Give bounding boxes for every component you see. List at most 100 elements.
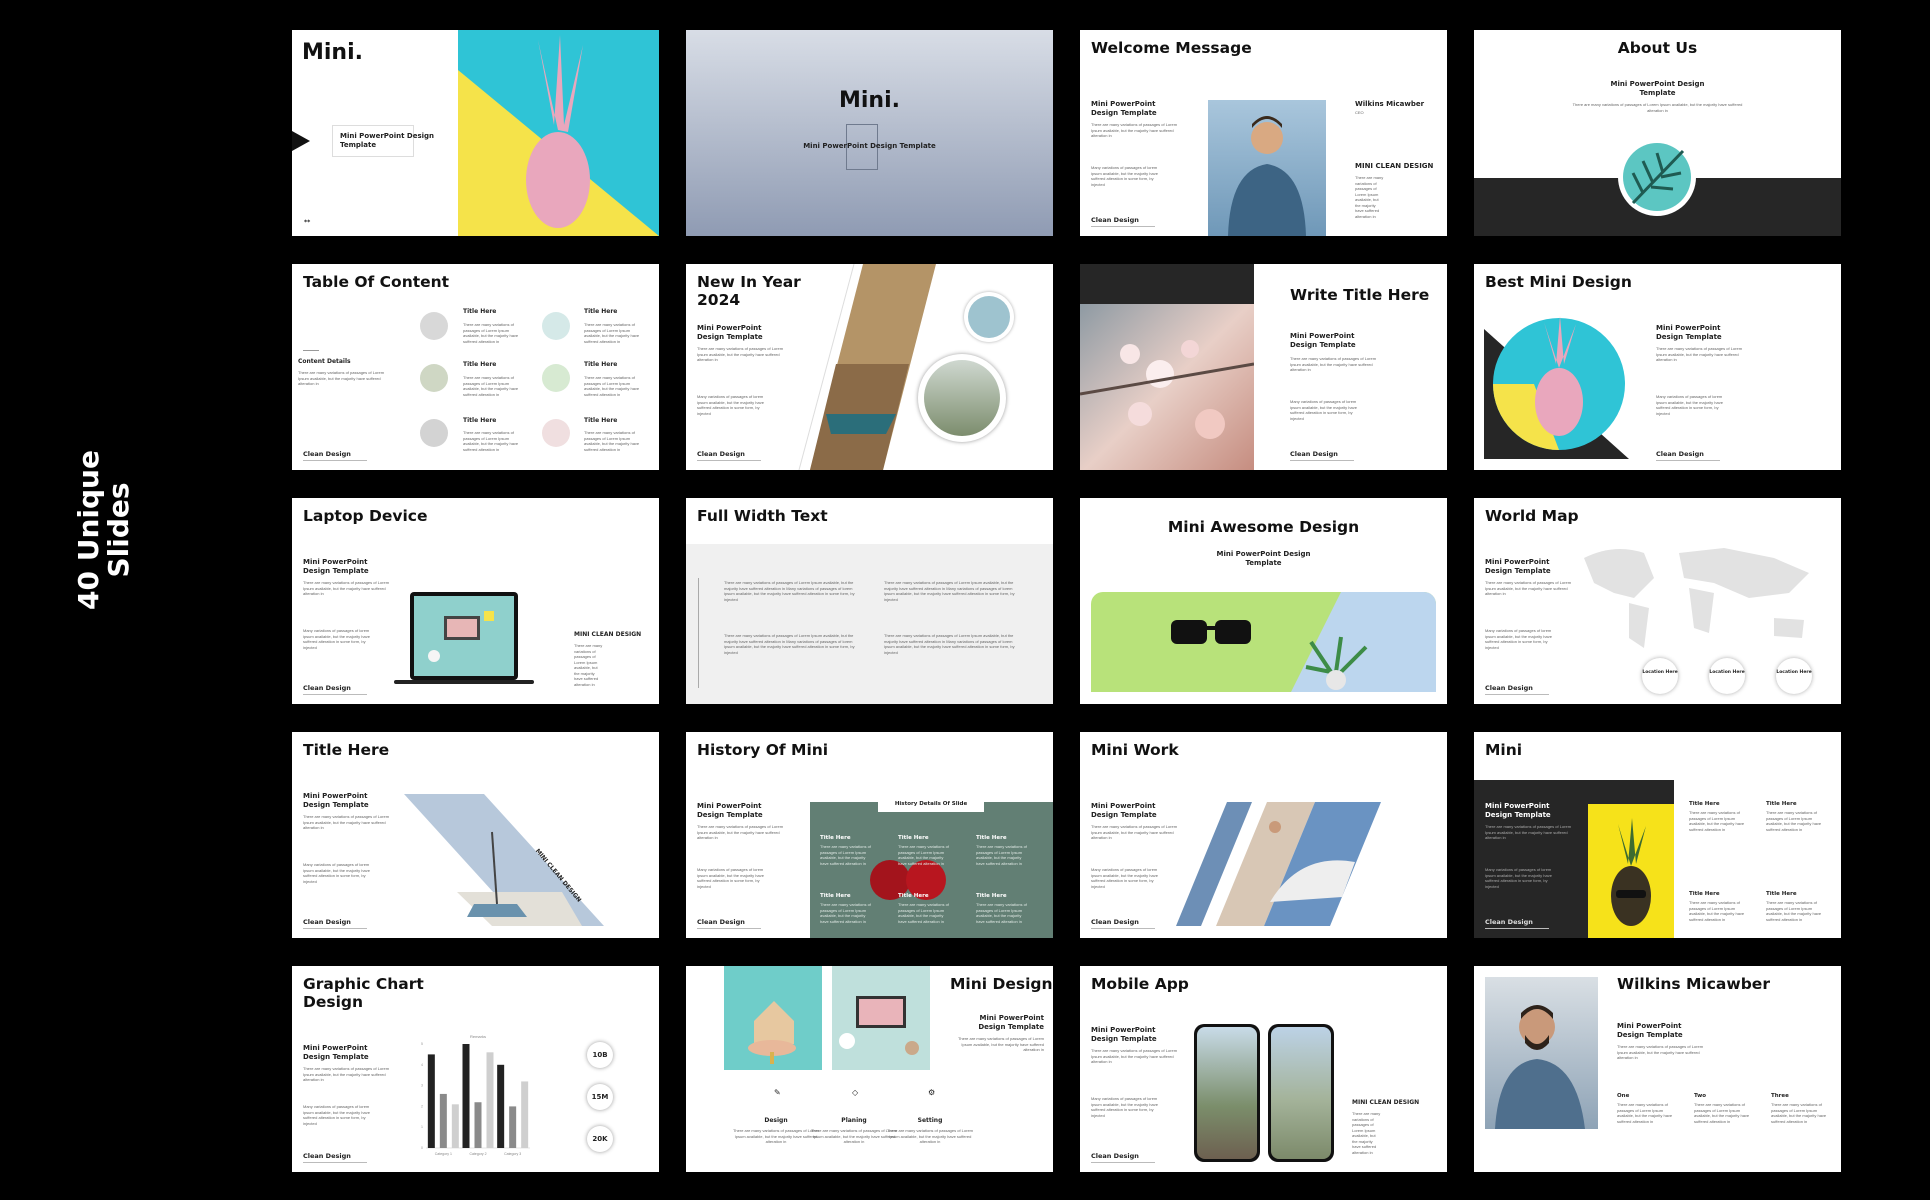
mini-para: There are many variations of passages of… — [1485, 824, 1572, 840]
slide-mini-work[interactable]: Mini Work Mini PowerPoint Design Templat… — [1080, 732, 1447, 938]
slide-graphic-chart[interactable]: Graphic Chart Design Mini PowerPoint Desi… — [292, 966, 659, 1172]
history-item-6-text: There are many variations of passages of… — [976, 902, 1027, 924]
history-bullets: Many variations of passages of lorem ips… — [697, 867, 764, 889]
design-feature-3-text: There are many variations of passages of… — [886, 1128, 974, 1144]
welcome-portrait — [1208, 100, 1326, 236]
map-location-marker-1[interactable] — [1642, 658, 1678, 694]
mobile-title: Mobile App — [1091, 975, 1189, 993]
history-item-5-text: There are many variations of passages of… — [898, 902, 949, 924]
toc-item-3-title: Title Here — [463, 417, 497, 424]
cover-title: Mini. — [302, 40, 363, 65]
slide-mobile-app[interactable]: Mobile App Mini PowerPoint Design Templa… — [1080, 966, 1447, 1172]
newyear-woman-photo — [968, 296, 1010, 338]
toc-item-2-text: There are many variations of passages of… — [463, 375, 519, 397]
history-item-4-title: Title Here — [820, 893, 851, 899]
write-bullets: Many variations of passages of lorem ips… — [1290, 399, 1357, 421]
mini-footer: Clean Design — [1485, 918, 1549, 929]
slide-history-of-mini[interactable]: History Of Mini Mini PowerPoint Design T… — [686, 732, 1053, 938]
laptop-footer: Clean Design — [303, 684, 367, 695]
world-map-graphic — [1584, 548, 1809, 648]
mobile-subtitle: Mini PowerPoint Design Template — [1091, 1026, 1157, 1043]
history-item-3-title: Title Here — [976, 835, 1007, 841]
chart-bar-2-1 — [462, 1044, 470, 1148]
titlehere-footer: Clean Design — [303, 918, 367, 929]
map-location-marker-2[interactable] — [1709, 658, 1745, 694]
slide-mini-awesome-design[interactable]: Mini Awesome Design Mini PowerPoint Desi… — [1080, 498, 1447, 704]
laptop-tag-text: There are many variations of passages of… — [574, 643, 603, 687]
phone-2-screen — [1271, 1027, 1331, 1159]
mini-pineapple-image — [1588, 804, 1674, 938]
design-icon-1: ✎ — [774, 1088, 781, 1097]
map-footer: Clean Design — [1485, 684, 1549, 695]
welcome-subtitle: Mini PowerPoint Design Template — [1091, 100, 1157, 117]
profile-title: Wilkins Micawber — [1617, 975, 1770, 993]
toc-icon-2 — [420, 364, 448, 392]
chart-bar-3-3 — [521, 1081, 529, 1148]
toc-item-6-text: There are many variations of passages of… — [584, 430, 640, 452]
toc-icon-4 — [542, 312, 570, 340]
history-item-2-title: Title Here — [898, 835, 929, 841]
slide-mini-design[interactable]: Mini Design Mini PowerPoint Design Templ… — [686, 966, 1053, 1172]
slide-new-in-year[interactable]: New In Year 2024 Mini PowerPoint Design T… — [686, 264, 1053, 470]
laptop-tag: MINI CLEAN DESIGN — [574, 631, 642, 638]
toc-item-1-title: Title Here — [463, 308, 497, 315]
slide-welcome-message[interactable]: Welcome Message Mini PowerPoint Design T… — [1080, 30, 1447, 236]
design-house-image — [724, 966, 822, 1070]
history-title: History Of Mini — [697, 741, 829, 759]
welcome-title: Welcome Message — [1091, 39, 1252, 57]
chart-y-tick: 3 — [421, 1084, 423, 1088]
best-footer: Clean Design — [1656, 450, 1720, 461]
design-icon-2: ◇ — [852, 1088, 859, 1097]
laptop-title: Laptop Device — [303, 507, 428, 525]
slide-write-title[interactable]: Write Title Here Mini PowerPoint Design … — [1080, 264, 1447, 470]
slide-world-map[interactable]: World Map Mini PowerPoint Design Templat… — [1474, 498, 1841, 704]
design-feature-1-text: There are many variations of passages of… — [732, 1128, 820, 1144]
toc-icon-1 — [420, 312, 448, 340]
laptop-subtitle: Mini PowerPoint Design Template — [303, 558, 369, 575]
chart-y-tick: 2 — [421, 1104, 423, 1108]
slide-best-mini-design[interactable]: Best Mini Design Mini PowerPoint Design … — [1474, 264, 1841, 470]
about-palm-image — [1623, 143, 1691, 211]
mini-item-4-title: Title Here — [1766, 891, 1797, 897]
slide-table-of-content[interactable]: Table Of Content Content Details There a… — [292, 264, 659, 470]
map-location-label-3: Location Here — [1776, 670, 1812, 675]
cover-subtitle: Mini PowerPoint Design Template — [340, 132, 435, 149]
chart-bar-2-2 — [474, 1102, 482, 1148]
mini-item-3-text: There are many variations of passages of… — [1689, 900, 1745, 922]
laptop-para: There are many variations of passages of… — [303, 580, 390, 596]
chart-bar-1-1 — [427, 1054, 435, 1148]
mini-item-1-title: Title Here — [1689, 801, 1720, 807]
design-para: There are many variations of passages of… — [957, 1036, 1044, 1052]
fullwidth-title: Full Width Text — [697, 507, 828, 525]
phone-1-screen — [1197, 1027, 1257, 1159]
design-laptop-image — [832, 966, 930, 1070]
slide-mini[interactable]: Mini Mini PowerPoint Design Template The… — [1474, 732, 1841, 938]
profile-col-3-text: There are many variations of passages of… — [1771, 1102, 1827, 1124]
slide-title-here[interactable]: Title Here Mini PowerPoint Design Templa… — [292, 732, 659, 938]
awesome-title: Mini Awesome Design — [1167, 518, 1360, 536]
best-subtitle: Mini PowerPoint Design Template — [1656, 324, 1722, 341]
map-location-marker-3[interactable] — [1776, 658, 1812, 694]
chart-slide-para: There are many variations of passages of… — [303, 1066, 390, 1082]
slide-wilkins-micawber[interactable]: Wilkins Micawber Mini PowerPoint Design … — [1474, 966, 1841, 1172]
mobile-footer: Clean Design — [1091, 1152, 1155, 1163]
history-para: There are many variations of passages of… — [697, 824, 784, 840]
chart-category-label: Category 1 — [435, 1152, 452, 1156]
map-title: World Map — [1485, 507, 1579, 525]
chart-slide-subtitle: Mini PowerPoint Design Template — [303, 1044, 369, 1061]
slide-laptop-device[interactable]: Laptop Device Mini PowerPoint Design Tem… — [292, 498, 659, 704]
slide-about-us[interactable]: About Us Mini PowerPoint Design Template … — [1474, 30, 1841, 236]
mobile-tag-text: There are many variations of passages of… — [1352, 1111, 1381, 1155]
welcome-tag-text: There are many variations of passages of… — [1355, 175, 1384, 219]
profile-para: There are many variations of passages of… — [1617, 1044, 1704, 1060]
toc-icon-3 — [420, 419, 448, 447]
slide-cover[interactable]: Mini. Mini PowerPoint Design Template ** — [292, 30, 659, 236]
profile-subtitle: Mini PowerPoint Design Template — [1617, 1022, 1683, 1039]
stat-value-2: 15M — [591, 1093, 609, 1101]
fullwidth-panel — [686, 544, 1053, 704]
slide-gradient-title[interactable]: Mini. Mini PowerPoint Design Template — [686, 30, 1053, 236]
gradient-subtitle: Mini PowerPoint Design Template — [803, 142, 936, 150]
slide-full-width-text[interactable]: Full Width Text There are many variation… — [686, 498, 1053, 704]
awesome-image — [1091, 592, 1436, 692]
profile-col-1-text: There are many variations of passages of… — [1617, 1102, 1673, 1124]
